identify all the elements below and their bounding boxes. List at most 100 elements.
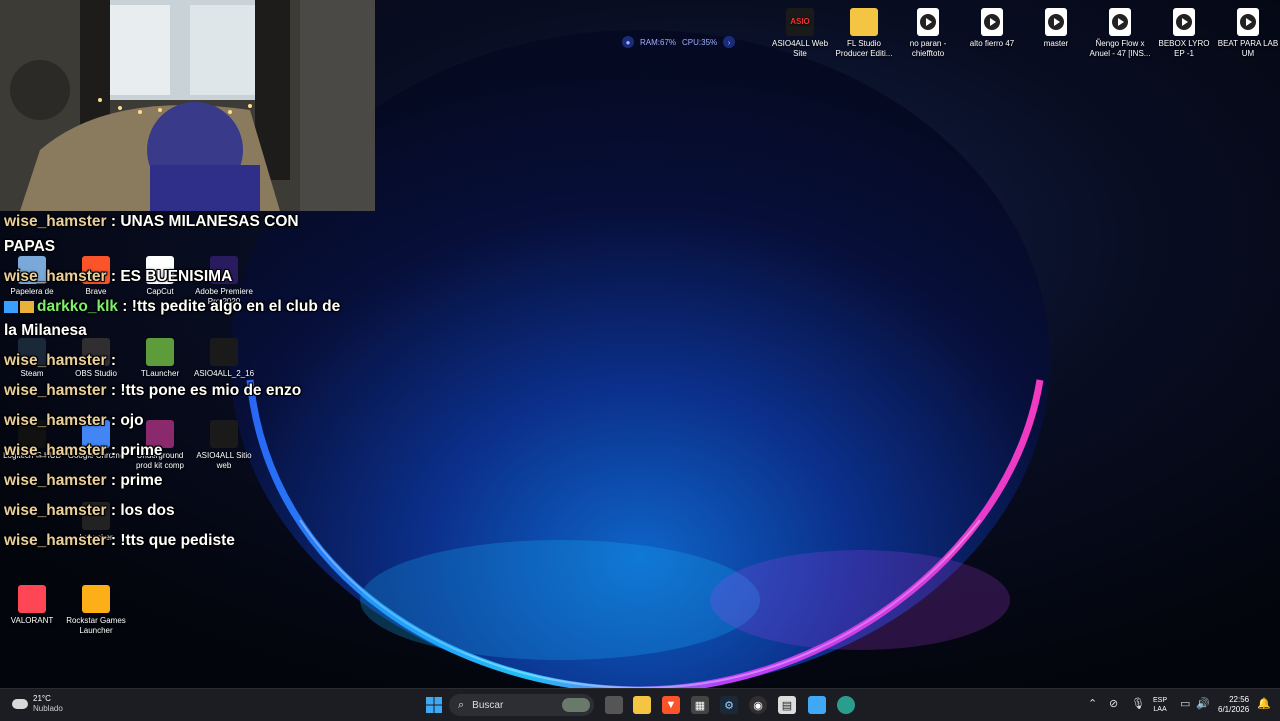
chat-username: darkko_klk xyxy=(37,298,118,315)
desktop-icon-label: Ñengo Flow x Anuel - 47 [INS... xyxy=(1089,39,1151,58)
notepad-taskbar-button[interactable] xyxy=(808,696,826,714)
media-file-icon xyxy=(1045,8,1067,36)
desktop-icon-label: TLauncher xyxy=(140,369,180,378)
desktop-icon-label: Brave xyxy=(85,287,107,296)
chat-message: wise_hamster : !tts que pediste xyxy=(4,532,235,550)
search-placeholder: Buscar xyxy=(472,699,504,711)
microphone-icon[interactable]: 🎙 xyxy=(1131,697,1145,710)
desktop-icon[interactable]: ASIO ASIO4ALL Web Site xyxy=(769,8,831,59)
desktop-icon-label: CapCut xyxy=(146,287,174,296)
chat-message: wise_hamster : ojo xyxy=(4,412,144,430)
desktop-icon[interactable]: no paran - chiefftoto xyxy=(897,8,959,59)
brave-taskbar-button[interactable]: ▼ xyxy=(662,696,680,714)
chevron-up-icon[interactable]: ⌃ xyxy=(1088,697,1097,710)
chat-text: los dos xyxy=(120,502,175,519)
desktop-icon-label: Rockstar Games Launcher xyxy=(66,616,126,635)
desktop-icon[interactable]: TLauncher xyxy=(129,338,191,379)
weather-desc: Nublado xyxy=(33,704,63,713)
chat-text: ES BUENISIMA xyxy=(120,268,233,285)
chat-message: wise_hamster : prime xyxy=(4,442,163,460)
desktop-icon-label: VALORANT xyxy=(10,616,54,625)
chat-separator: : xyxy=(106,502,121,519)
desktop-icon-label: Steam xyxy=(20,369,44,378)
chat-text: la Milanesa xyxy=(4,322,87,339)
chat-username: wise_hamster xyxy=(4,213,107,230)
folder-icon xyxy=(850,8,878,36)
desktop-icon[interactable]: alto fierro 47 xyxy=(961,8,1023,49)
media-file-icon xyxy=(917,8,939,36)
chat-username: wise_hamster xyxy=(4,352,107,369)
desktop-icon-label: OBS Studio xyxy=(75,369,117,378)
cpu-usage: CPU:35% xyxy=(682,37,718,47)
file-explorer-button[interactable] xyxy=(633,696,651,714)
chat-separator: : xyxy=(106,382,121,399)
clock[interactable]: 22:56 6/1/2026 xyxy=(1218,695,1249,715)
windows-icon xyxy=(426,697,442,713)
task-view-button[interactable] xyxy=(605,696,623,714)
chat-text: prime xyxy=(120,442,163,459)
desktop-icon[interactable]: ASIO4ALL Sitio web xyxy=(193,420,255,471)
desktop-icon-label: FL Studio Producer Editi... xyxy=(835,39,893,58)
desktop-icon-label: alto fierro 47 xyxy=(969,39,1015,48)
chat-separator: : xyxy=(106,532,121,549)
rockstar-icon xyxy=(82,585,110,613)
display-icon[interactable]: ▭ xyxy=(1180,697,1190,710)
desktop-icon-label: ASIO4ALL Web Site xyxy=(771,39,829,58)
webcam-overlay xyxy=(0,0,375,211)
crown-badge-icon xyxy=(20,300,34,313)
chat-message: wise_hamster : ES BUENISIMA xyxy=(4,268,232,286)
chat-separator: : xyxy=(106,442,121,459)
chat-username: wise_hamster xyxy=(4,532,107,549)
network-icon[interactable]: ⊘ xyxy=(1109,697,1118,710)
taskbar-search[interactable]: ⌕ Buscar xyxy=(449,694,594,716)
chat-separator: : xyxy=(106,352,121,369)
chat-text: !tts pone es mio de enzo xyxy=(120,382,302,399)
asio4all-icon xyxy=(210,420,238,448)
language-indicator[interactable]: ESP LAA xyxy=(1153,696,1167,714)
chat-username: wise_hamster xyxy=(4,502,107,519)
chat-message: wise_hamster : prime xyxy=(4,472,163,490)
weather-widget[interactable]: 21°C Nublado xyxy=(12,694,63,714)
desktop-icon-label: ASIO4ALL_2_16 xyxy=(193,369,255,378)
chat-username: wise_hamster xyxy=(4,268,107,285)
desktop-icon[interactable]: Ñengo Flow x Anuel - 47 [INS... xyxy=(1089,8,1151,59)
clock-date: 6/1/2026 xyxy=(1218,705,1250,714)
app-taskbar-button[interactable]: ▤ xyxy=(778,696,796,714)
steam-taskbar-button[interactable]: ⚙ xyxy=(720,696,738,714)
desktop-icon[interactable]: VALORANT xyxy=(1,585,63,626)
asio4all-icon: ASIO xyxy=(786,8,814,36)
chat-badges-icon xyxy=(4,300,18,313)
desktop-icon-label: BEAT PARA LAB UM xyxy=(1217,39,1279,58)
notifications-icon[interactable]: 🔔 xyxy=(1257,697,1271,710)
desktop-icon[interactable]: BEBOX LYRO EP -1 xyxy=(1153,8,1215,59)
desktop-icon[interactable]: BEAT PARA LAB UM xyxy=(1217,8,1279,59)
edge-taskbar-button[interactable] xyxy=(837,696,855,714)
minecraft-icon xyxy=(146,338,174,366)
desktop-icon-label: ASIO4ALL Sitio web xyxy=(196,451,252,470)
chat-text: PAPAS xyxy=(4,238,56,255)
desktop-icon[interactable]: ASIO4ALL_2_16 xyxy=(193,338,255,379)
calculator-taskbar-button[interactable]: ▦ xyxy=(691,696,709,714)
desktop-icon[interactable]: FL Studio Producer Editi... xyxy=(833,8,895,59)
chat-separator: : xyxy=(106,213,121,230)
obs-taskbar-button[interactable]: ◉ xyxy=(749,696,767,714)
desktop-icon-label: master xyxy=(1043,39,1069,48)
chat-separator: : xyxy=(106,268,121,285)
chat-separator: : xyxy=(118,298,132,315)
chat-message: wise_hamster : UNAS MILANESAS CON xyxy=(4,213,299,231)
desktop-icon[interactable]: master xyxy=(1025,8,1087,49)
mic-icon: ● xyxy=(622,36,634,48)
start-button[interactable] xyxy=(425,696,443,714)
chat-message: wise_hamster : los dos xyxy=(4,502,175,520)
chat-username: wise_hamster xyxy=(4,382,107,399)
chat-username: wise_hamster xyxy=(4,442,107,459)
ram-usage: RAM:67% xyxy=(640,37,677,47)
media-file-icon xyxy=(981,8,1003,36)
desktop-icon[interactable]: Rockstar Games Launcher xyxy=(65,585,127,636)
chat-message: la Milanesa xyxy=(4,322,87,340)
chat-text: !tts que pediste xyxy=(120,532,235,549)
volume-icon[interactable]: 🔊 xyxy=(1196,697,1210,710)
media-file-icon xyxy=(1109,8,1131,36)
chat-separator: : xyxy=(106,412,121,429)
chat-text: UNAS MILANESAS CON xyxy=(120,213,299,230)
